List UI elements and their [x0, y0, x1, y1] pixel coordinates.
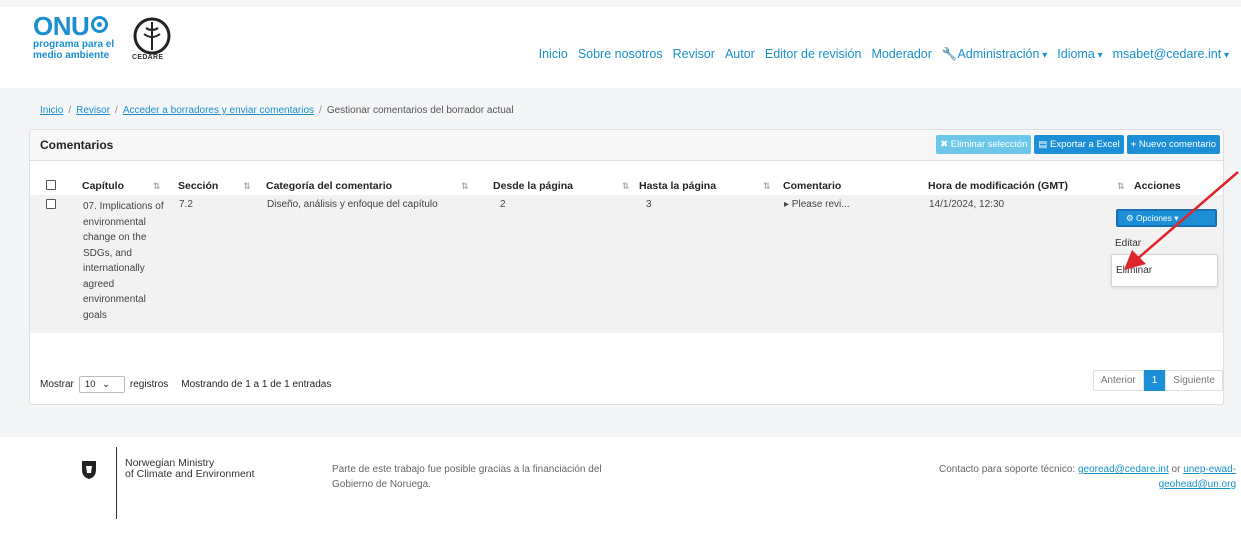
logo-onu-text: ONU	[33, 11, 90, 41]
nav-editor-revision[interactable]: Editor de revisión	[765, 47, 862, 62]
cell-section: 7.2	[179, 199, 193, 210]
contact-email-cedare[interactable]: georead@cedare.int	[1078, 464, 1169, 475]
pagination-previous[interactable]: Anterior	[1092, 370, 1144, 391]
select-all-checkbox[interactable]	[46, 179, 56, 190]
col-capitulo-label: Capítulo	[82, 180, 124, 192]
table-header-row: Capítulo ⇅ Sección ⇅ Categoría del comen…	[30, 177, 1223, 195]
col-seccion[interactable]: Sección ⇅	[178, 177, 266, 195]
close-icon: ✖	[940, 139, 949, 150]
breadcrumb-separator: /	[68, 105, 72, 116]
col-desde[interactable]: Desde la página ⇅	[493, 177, 639, 195]
breadcrumb-separator: /	[115, 105, 118, 116]
breadcrumb-separator: /	[319, 105, 322, 116]
sort-icon: ⇅	[621, 181, 630, 191]
col-seccion-label: Sección	[178, 180, 219, 192]
cell-chapter: 07. Implications of environmental change…	[82, 195, 178, 333]
table-row: 07. Implications of environmental change…	[30, 195, 1223, 333]
table-info: Mostrando de 1 a 1 de 1 entradas	[181, 379, 332, 390]
delete-selection-button[interactable]: ✖ Eliminar selección	[936, 135, 1032, 154]
card-header: Comentarios ✖ Eliminar selección ▤ Expor…	[30, 130, 1223, 161]
comments-table: Capítulo ⇅ Sección ⇅ Categoría del comen…	[30, 177, 1223, 333]
sort-icon: ⇅	[152, 181, 161, 191]
col-comentario-label: Comentario	[783, 180, 842, 192]
footer-divider	[116, 447, 117, 519]
nav-user-email[interactable]: msabet@cedare.int	[1113, 47, 1229, 62]
breadcrumb-borradores[interactable]: Acceder a borradores y enviar comentario…	[123, 105, 314, 116]
records-per-page-select[interactable]: 10 ⌄	[78, 376, 125, 393]
col-categoria[interactable]: Categoría del comentario ⇅	[266, 177, 493, 195]
chevron-down-icon: ⌄	[102, 379, 111, 390]
support-contact: Contacto para soporte técnico: georead@c…	[906, 462, 1236, 492]
main-nav: Inicio Sobre nosotros Revisor Autor Edit…	[539, 47, 1229, 62]
sort-icon: ⇅	[762, 181, 771, 191]
annotation-arrow-icon	[1124, 171, 1239, 270]
nav-sobre-nosotros[interactable]: Sobre nosotros	[578, 47, 663, 62]
new-comment-label: Nuevo comentario	[1138, 139, 1216, 150]
export-excel-button[interactable]: ▤ Exportar a Excel	[1034, 135, 1124, 154]
col-comentario[interactable]: Comentario	[783, 177, 928, 195]
chapter-text: 07. Implications of environmental change…	[83, 201, 164, 321]
nav-moderador[interactable]: Moderador	[871, 47, 931, 62]
nav-administracion[interactable]: 🔧Administración	[942, 47, 1047, 62]
cell-from-page: 2	[500, 199, 506, 210]
cedare-logo-text: CEDARE	[132, 54, 164, 61]
col-categoria-label: Categoría del comentario	[266, 180, 393, 192]
unep-logo[interactable]: ONU programa para el medio ambiente	[33, 13, 123, 61]
contact-label: Contacto para soporte técnico:	[938, 464, 1078, 475]
contact-or: or	[1168, 464, 1184, 475]
nav-autor[interactable]: Autor	[725, 47, 755, 62]
records-label: registros	[129, 379, 169, 390]
col-capitulo[interactable]: Capítulo ⇅	[82, 177, 178, 195]
select-all-header	[30, 177, 82, 195]
col-hasta[interactable]: Hasta la página ⇅	[639, 177, 783, 195]
delete-selection-label: Eliminar selección	[950, 139, 1028, 150]
breadcrumb-revisor[interactable]: Revisor	[76, 105, 110, 116]
pagination-next[interactable]: Siguiente	[1165, 370, 1223, 391]
top-navbar: ONU programa para el medio ambiente CEDA…	[0, 0, 1241, 88]
sort-icon: ⇅	[460, 181, 469, 191]
norway-coat-of-arms-icon	[82, 461, 96, 479]
page-footer: Norwegian Ministry of Climate and Enviro…	[0, 437, 1241, 535]
excel-file-icon: ▤	[1038, 139, 1048, 150]
comments-card: Comentarios ✖ Eliminar selección ▤ Expor…	[29, 129, 1224, 405]
row-checkbox[interactable]	[46, 199, 56, 209]
ministry-name: Norwegian Ministry of Climate and Enviro…	[125, 458, 255, 480]
breadcrumb: Inicio / Revisor / Acceder a borradores y en…	[40, 105, 514, 116]
nav-revisor[interactable]: Revisor	[673, 47, 715, 62]
nav-idioma[interactable]: Idioma	[1057, 47, 1102, 62]
logo-sub-line1: programa para el	[33, 39, 115, 50]
ministry-line2: of Climate and Environment	[125, 468, 255, 480]
wrench-icon: 🔧	[941, 47, 958, 61]
row-select-cell	[30, 195, 82, 333]
nav-inicio[interactable]: Inicio	[539, 47, 568, 62]
pagination-page-1[interactable]: 1	[1143, 370, 1166, 391]
card-title: Comentarios	[40, 138, 114, 152]
breadcrumb-inicio[interactable]: Inicio	[40, 105, 63, 116]
pagination: Anterior 1 Siguiente	[1092, 370, 1223, 391]
cell-category: Diseño, análisis y enfoque del capítulo	[267, 199, 438, 210]
plus-icon: +	[1130, 139, 1137, 150]
funding-note: Parte de este trabajo fue posible gracia…	[332, 464, 602, 490]
un-globe-icon	[91, 16, 109, 33]
card-actions: ✖ Eliminar selección ▤ Exportar a Excel …	[936, 135, 1220, 154]
col-hora-label: Hora de modificación (GMT)	[928, 180, 1069, 192]
new-comment-button[interactable]: + Nuevo comentario	[1126, 135, 1220, 154]
cell-modified: 14/1/2024, 12:30	[929, 199, 1005, 210]
show-label: Mostrar	[40, 379, 74, 390]
length-control: Mostrar 10 ⌄ registros Mostrando de 1 a …	[40, 376, 331, 393]
breadcrumb-current: Gestionar comentarios del borrador actua…	[326, 105, 514, 116]
logo-sub-line2: medio ambiente	[33, 50, 110, 61]
nav-administracion-label: Administración	[957, 47, 1047, 61]
cell-comment-toggle[interactable]: ▸ Please revi...	[783, 195, 928, 333]
sort-icon: ⇅	[243, 181, 251, 191]
col-hasta-label: Hasta la página	[639, 180, 717, 192]
cell-to-page: 3	[646, 199, 652, 210]
col-desde-label: Desde la página	[493, 180, 573, 192]
records-per-page-value: 10	[84, 379, 96, 390]
col-hora[interactable]: Hora de modificación (GMT) ⇅	[928, 177, 1134, 195]
export-excel-label: Exportar a Excel	[1049, 139, 1120, 150]
